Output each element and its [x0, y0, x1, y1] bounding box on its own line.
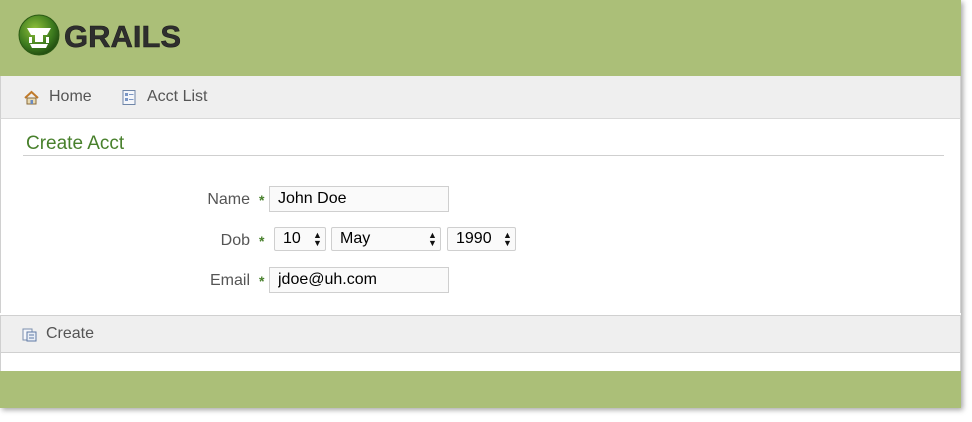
required-marker: *: [259, 273, 265, 289]
button-bar: Create: [0, 315, 961, 353]
dob-month-value: May: [340, 230, 371, 247]
select-arrows-icon: ▲ ▼: [428, 230, 437, 248]
logo-text: GRAILS: [64, 19, 181, 54]
create-icon: [21, 326, 38, 343]
nav-acct-list-label: Acct List: [147, 88, 208, 105]
email-input[interactable]: [269, 267, 449, 293]
dob-row: Dob * 10 ▲ ▼ May ▲ ▼ 1990 ▲ ▼: [1, 227, 960, 255]
dob-day-value: 10: [283, 230, 301, 247]
select-arrows-icon: ▲ ▼: [503, 230, 512, 248]
content-gap: [0, 353, 961, 371]
required-marker: *: [259, 192, 265, 208]
name-label: Name: [207, 191, 250, 208]
required-marker: *: [259, 233, 265, 249]
select-arrows-icon: ▲ ▼: [313, 230, 322, 248]
email-row: Email *: [1, 267, 960, 295]
create-form: Create Acct Name * Dob * 10 ▲▼ May ▲▼ 19…: [0, 119, 961, 313]
nav-home-link[interactable]: Home: [23, 76, 92, 118]
dob-year-value: 1990: [456, 230, 492, 247]
create-button[interactable]: Create: [21, 316, 94, 352]
nav-acct-list-link[interactable]: Acct List: [121, 76, 207, 118]
dob-day-select[interactable]: 10 ▲ ▼: [274, 227, 326, 251]
home-icon: [23, 89, 40, 106]
dob-label: Dob: [220, 232, 250, 249]
footer-bar: [0, 371, 961, 408]
list-icon: [121, 89, 138, 106]
nav-home-label: Home: [49, 88, 92, 105]
nav-bar: Home Acct List: [0, 76, 961, 119]
header-bar: GRAILS: [0, 0, 961, 76]
email-label: Email: [209, 272, 250, 289]
dob-month-select[interactable]: May ▲ ▼: [331, 227, 441, 251]
page: GRAILS Home Acct List Create Acct Name *…: [0, 0, 961, 408]
dob-year-select[interactable]: 1990 ▲ ▼: [447, 227, 516, 251]
page-title: Create Acct: [23, 133, 944, 156]
name-row: Name *: [1, 186, 960, 214]
name-input[interactable]: [269, 186, 449, 212]
grails-logo[interactable]: GRAILS: [16, 13, 186, 59]
create-button-label: Create: [46, 325, 95, 342]
